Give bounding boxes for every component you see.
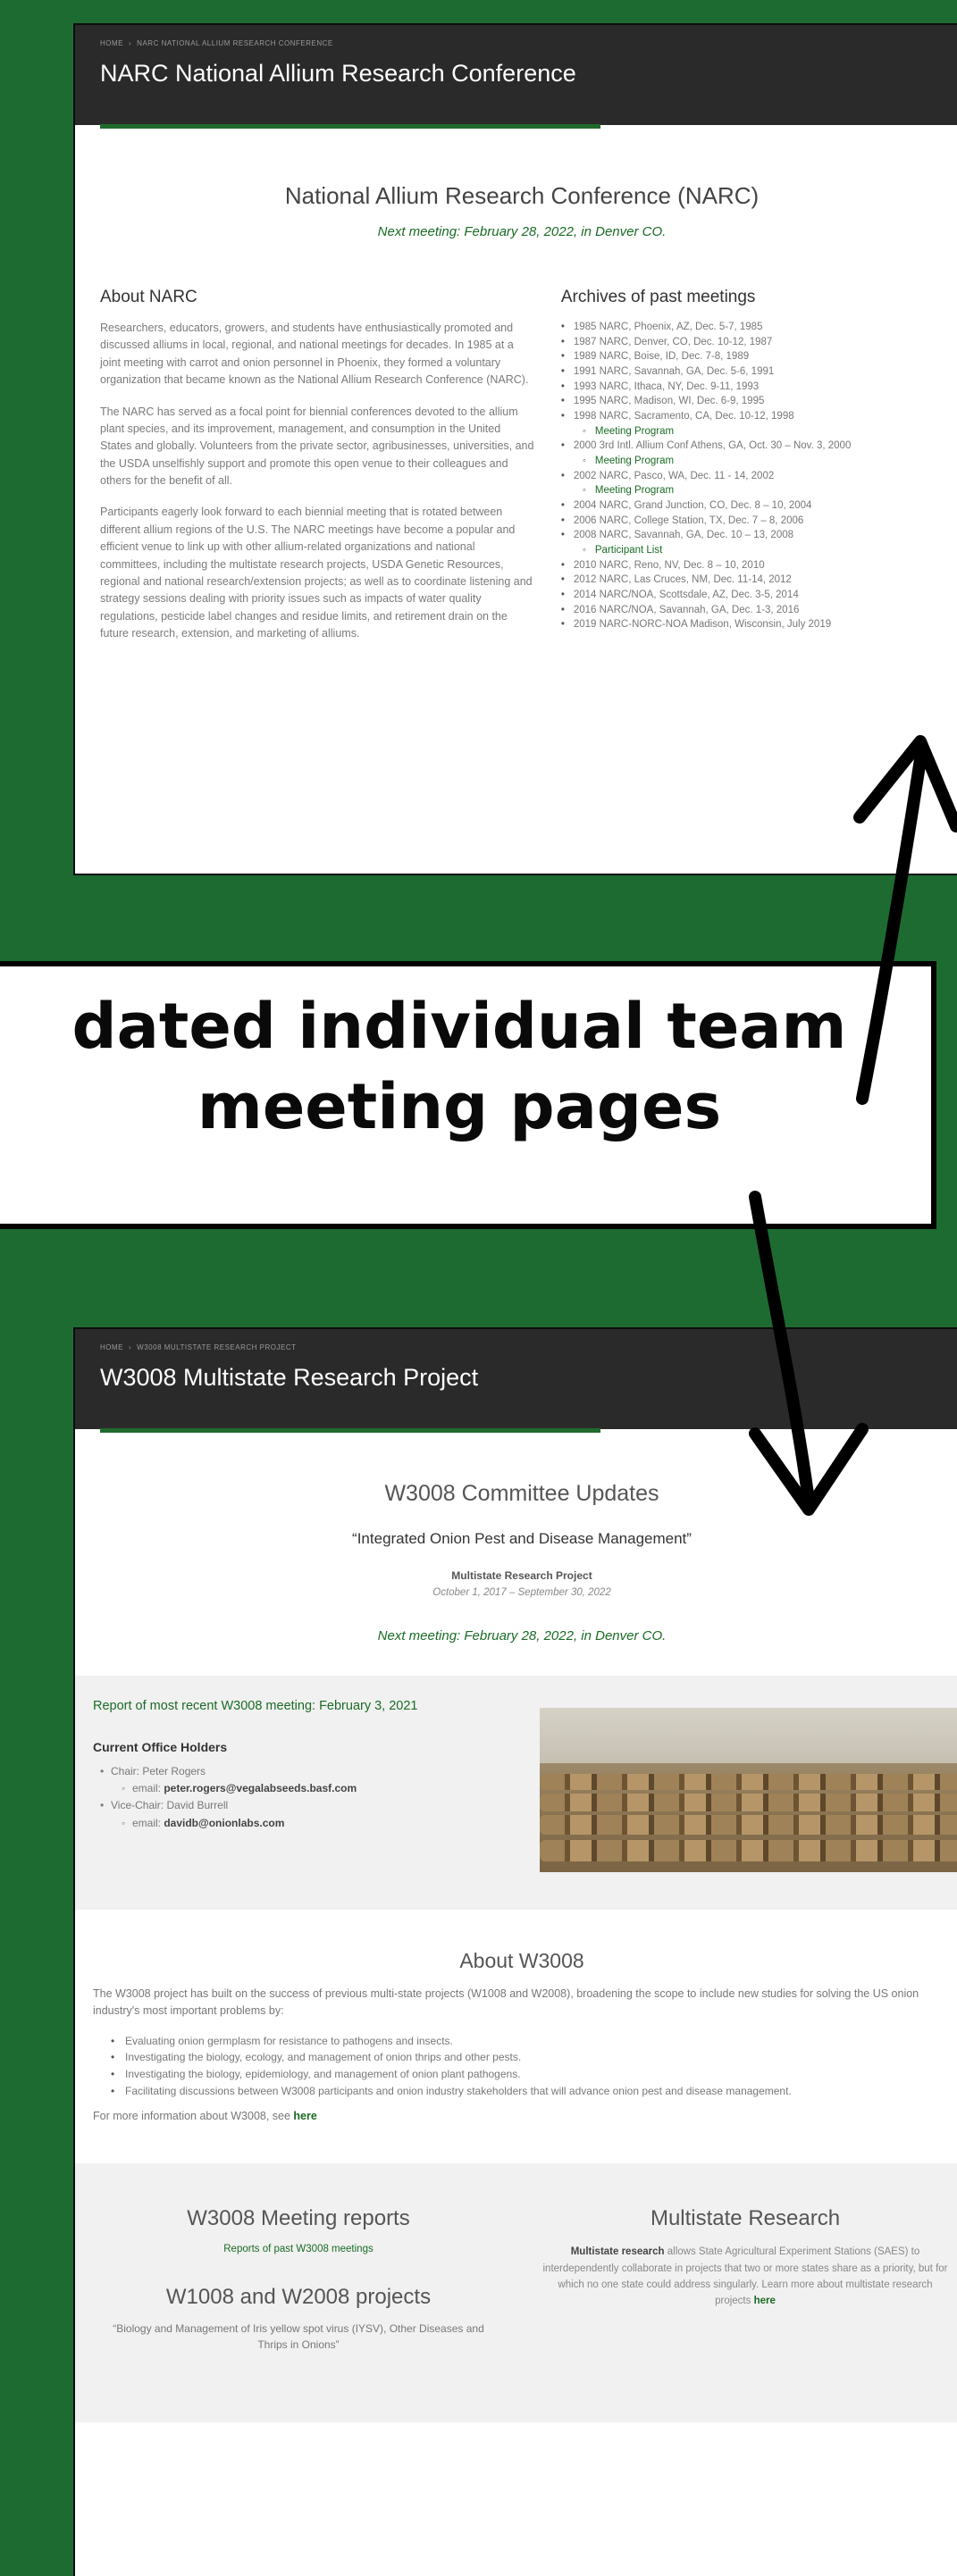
narc-content-columns: About NARC Researchers, educators, growe… bbox=[75, 288, 957, 657]
archives-list: 1985 NARC, Phoenix, AZ, Dec. 5-7, 198519… bbox=[561, 320, 957, 632]
archive-item: 2002 NARC, Pasco, WA, Dec. 11 - 14, 2002 bbox=[561, 469, 957, 484]
breadcrumb-current: NARC NATIONAL ALLIUM RESEARCH CONFERENCE bbox=[137, 39, 333, 47]
about-narc-heading: About NARC bbox=[100, 288, 197, 306]
multistate-link[interactable]: here bbox=[754, 2296, 776, 2306]
committee-updates-title: W3008 Committee Updates bbox=[384, 1481, 659, 1506]
about-w3008-heading: About W3008 bbox=[459, 1949, 584, 1972]
photo-onion-row bbox=[540, 1794, 957, 1811]
archive-item: 2008 NARC, Savannah, GA, Dec. 10 – 13, 2… bbox=[561, 528, 957, 543]
narc-header: HOME › NARC NATIONAL ALLIUM RESEARCH CONFE… bbox=[75, 25, 957, 129]
w3008-page-screenshot: HOME › W3008 MULTISTATE RESEARCH PROJECT W… bbox=[75, 1329, 957, 2576]
project-dates: October 1, 2017 – September 30, 2022 bbox=[432, 1587, 611, 1598]
callout-line-1: dated individual team bbox=[71, 990, 847, 1063]
archive-item: 2006 NARC, College Station, TX, Dec. 7 –… bbox=[561, 514, 957, 529]
officer-label: email: bbox=[132, 1782, 164, 1795]
callout-line-2: meeting pages bbox=[197, 1070, 722, 1143]
next-meeting-text: Next meeting: February 28, 2022, in Denv… bbox=[377, 1628, 667, 1643]
objectives-list: Evaluating onion germplasm for resistanc… bbox=[75, 2020, 957, 2099]
w3008-intro: W3008 Committee Updates “Integrated Onio… bbox=[75, 1481, 957, 1643]
archive-item: 1987 NARC, Denver, CO, Dec. 10-12, 1987 bbox=[561, 335, 957, 350]
project-type-label: Multistate Research Project bbox=[451, 1569, 592, 1582]
narc-page-screenshot: HOME › NARC NATIONAL ALLIUM RESEARCH CONFE… bbox=[75, 25, 957, 874]
about-paragraph: Participants eagerly look forward to eac… bbox=[100, 506, 533, 640]
w3008-header: HOME › W3008 MULTISTATE RESEARCH PROJECT W… bbox=[75, 1329, 957, 1433]
project-title-quote: “Integrated Onion Pest and Disease Manag… bbox=[352, 1530, 692, 1547]
page-title: NARC National Allium Research Conference bbox=[100, 60, 576, 87]
about-paragraph: The NARC has served as a focal point for… bbox=[100, 405, 534, 488]
multistate-heading: Multistate Research bbox=[650, 2206, 841, 2231]
more-info-text: For more information about W3008, see bbox=[93, 2110, 294, 2123]
breadcrumb-home[interactable]: HOME bbox=[100, 39, 123, 47]
archive-item: 1998 NARC, Sacramento, CA, Dec. 10-12, 1… bbox=[561, 409, 957, 424]
onion-field-photo bbox=[540, 1708, 957, 1872]
more-info-link[interactable]: here bbox=[293, 2110, 316, 2122]
about-w3008-section: About W3008 The W3008 project has built … bbox=[75, 1949, 957, 2122]
multistate-body: Multistate research allows State Agricul… bbox=[522, 2244, 957, 2310]
archive-subitem-link[interactable]: Meeting Program bbox=[561, 424, 957, 439]
photo-sky bbox=[540, 1708, 957, 1763]
about-w3008-intro: The W3008 project has built on the succe… bbox=[93, 1987, 919, 2018]
objective-item: Investigating the biology, epidemiology,… bbox=[111, 2066, 951, 2083]
archive-item: 1995 NARC, Madison, WI, Dec. 6-9, 1995 bbox=[561, 394, 957, 409]
photo-onion-row bbox=[540, 1840, 957, 1861]
archive-item: 2000 3rd Intl. Allium Conf Athens, GA, O… bbox=[561, 439, 957, 454]
archive-item: 2010 NARC, Reno, NV, Dec. 8 – 10, 2010 bbox=[561, 558, 957, 573]
archive-item: 2012 NARC, Las Cruces, NM, Dec. 11-14, 2… bbox=[561, 573, 957, 588]
meeting-reports-column: W3008 Meeting reports Reports of past W3… bbox=[75, 2163, 522, 2422]
officer-label: Chair: Peter Rogers bbox=[111, 1765, 206, 1777]
officer-label: Vice-Chair: David Burrell bbox=[111, 1799, 229, 1812]
meeting-reports-heading: W3008 Meeting reports bbox=[187, 2206, 410, 2231]
meeting-reports-link[interactable]: Reports of past W3008 meetings bbox=[75, 2244, 522, 2254]
header-accent-bar bbox=[100, 124, 600, 129]
archive-item: 2014 NARC/NOA, Scottsdale, AZ, Dec. 3-5,… bbox=[561, 588, 957, 603]
archive-item: 2004 NARC, Grand Junction, CO, Dec. 8 – … bbox=[561, 498, 957, 514]
archives-column: Archives of past meetings 1985 NARC, Pho… bbox=[561, 288, 957, 657]
callout-box: dated individual team meeting pages bbox=[0, 961, 936, 1229]
breadcrumb-home[interactable]: HOME bbox=[100, 1343, 123, 1351]
report-officers-band: Report of most recent W3008 meeting: Feb… bbox=[75, 1676, 957, 1910]
multistate-column: Multistate Research Multistate research … bbox=[522, 2163, 957, 2422]
conference-title: National Allium Research Conference (NAR… bbox=[284, 182, 760, 209]
photo-onion-row bbox=[540, 1815, 957, 1835]
photo-onion-row bbox=[540, 1774, 957, 1790]
archive-item: 2016 NARC/NOA, Savannah, GA, Dec. 1-3, 2… bbox=[561, 603, 957, 618]
archive-subitem-link[interactable]: Meeting Program bbox=[561, 454, 957, 469]
header-accent-bar bbox=[100, 1428, 600, 1433]
archives-heading: Archives of past meetings bbox=[560, 288, 756, 306]
archive-item: 1989 NARC, Boise, ID, Dec. 7-8, 1989 bbox=[561, 349, 957, 364]
officer-email-link[interactable]: peter.rogers@vegalabseeds.basf.com bbox=[164, 1782, 357, 1794]
about-narc-column: About NARC Researchers, educators, growe… bbox=[100, 288, 561, 657]
officer-email-link[interactable]: davidb@onionlabs.com bbox=[164, 1817, 284, 1829]
archive-item: 2019 NARC-NORC-NOA Madison, Wisconsin, J… bbox=[561, 617, 957, 632]
archive-subitem-link[interactable]: Meeting Program bbox=[561, 483, 957, 498]
archive-subitem-link[interactable]: Participant List bbox=[561, 543, 957, 558]
prior-projects-heading: W1008 and W2008 projects bbox=[165, 2285, 432, 2310]
objective-item: Investigating the biology, ecology, and … bbox=[111, 2049, 951, 2066]
breadcrumb: HOME › W3008 MULTISTATE RESEARCH PROJECT bbox=[100, 1343, 297, 1351]
prior-projects-text: “Biology and Management of Iris yellow s… bbox=[113, 2322, 484, 2352]
multistate-bold: Multistate research bbox=[570, 2246, 665, 2258]
archive-item: 1993 NARC, Ithaca, NY, Dec. 9-11, 1993 bbox=[561, 380, 957, 395]
page-title: W3008 Multistate Research Project bbox=[100, 1364, 479, 1391]
breadcrumb: HOME › NARC NATIONAL ALLIUM RESEARCH CONFE… bbox=[100, 39, 333, 47]
archive-item: 1985 NARC, Phoenix, AZ, Dec. 5-7, 1985 bbox=[561, 320, 957, 335]
bottom-band: W3008 Meeting reports Reports of past W3… bbox=[75, 2163, 957, 2423]
objective-item: Evaluating onion germplasm for resistanc… bbox=[111, 2033, 951, 2050]
objective-item: Facilitating discussions between W3008 p… bbox=[111, 2083, 951, 2100]
officer-label: email: bbox=[132, 1816, 164, 1829]
about-paragraph: Researchers, educators, growers, and stu… bbox=[100, 322, 529, 387]
archive-item: 1991 NARC, Savannah, GA, Dec. 5-6, 1991 bbox=[561, 364, 957, 380]
more-info: For more information about W3008, see he… bbox=[75, 2099, 957, 2122]
breadcrumb-current: W3008 MULTISTATE RESEARCH PROJECT bbox=[137, 1343, 297, 1351]
next-meeting-text: Next meeting: February 28, 2022, in Denv… bbox=[377, 224, 667, 239]
